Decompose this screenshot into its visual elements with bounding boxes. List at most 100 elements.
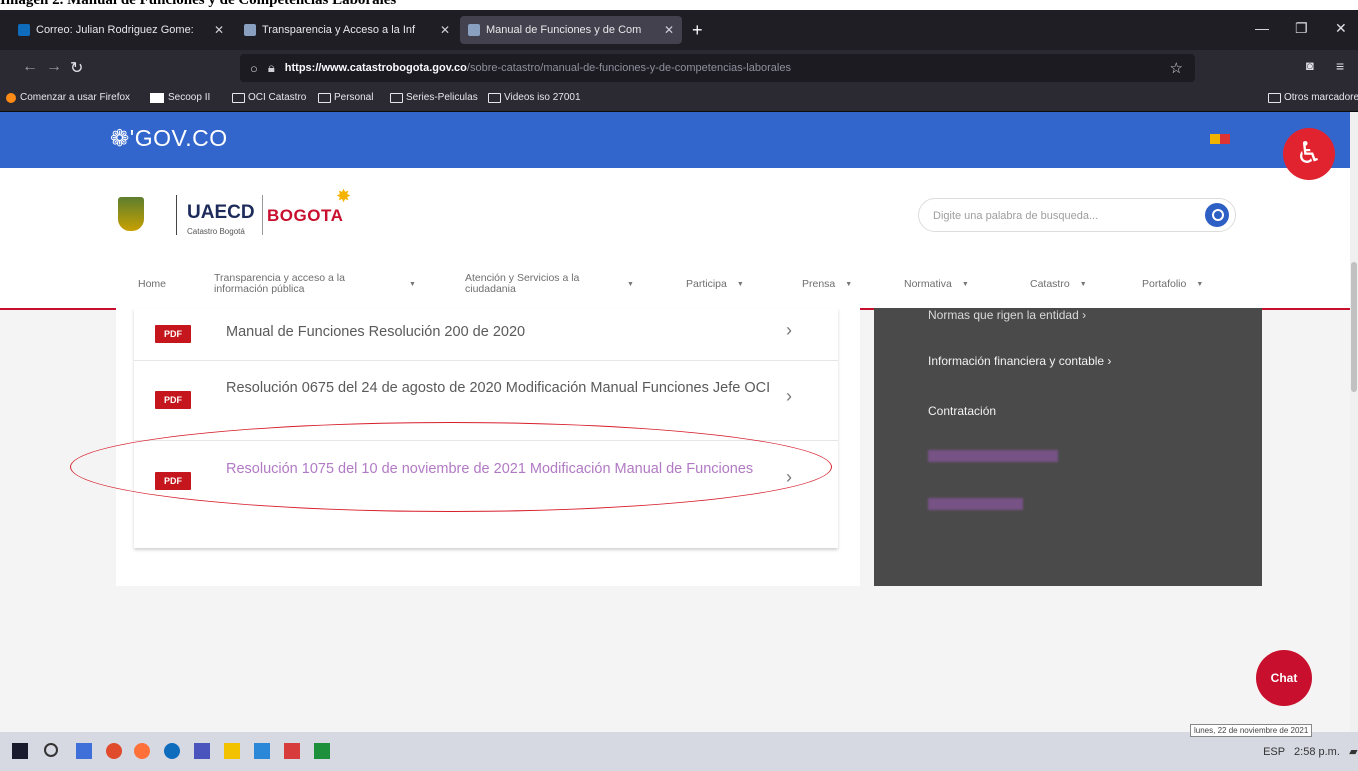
folder-icon [390,92,403,103]
task-view-icon[interactable] [76,743,92,759]
tab-transparencia[interactable]: Transparencia y Acceso a la Inf ✕ [236,16,458,44]
back-icon[interactable]: ← [22,58,38,76]
acrobat-icon[interactable] [284,743,300,759]
gov-seal-icon: ❁ [110,125,130,151]
menu-normativa[interactable]: Normativa ▼ [904,260,969,308]
main-menu: Home Transparencia y acceso a la informa… [0,260,1350,310]
star-icon: ✸ [336,186,352,206]
menu-atencion[interactable]: Atención y Servicios a la ciudadania ▼ [465,260,665,308]
shield-icon: ○ [250,60,258,76]
close-window-icon[interactable]: ✕ [1335,20,1347,37]
bogota-shield-icon [118,197,144,231]
screenshot: Correo: Julian Rodriguez Gome: ✕ Transpa… [0,10,1358,771]
windows-start-icon[interactable] [12,743,28,759]
brand-main[interactable]: UAECD [187,202,255,224]
explorer-icon[interactable] [224,743,240,759]
chevron-right-icon[interactable]: › [786,467,792,488]
document-title[interactable]: Manual de Funciones Resolución 200 de 20… [226,322,771,343]
folder-icon [1268,92,1281,103]
bookmark-personal[interactable]: Personal [318,92,373,103]
chevron-down-icon: ▼ [627,280,634,288]
brand-city[interactable]: BOGOTA [267,206,343,226]
bookmark-firefox[interactable]: Comenzar a usar Firefox [6,92,130,103]
chevron-right-icon[interactable]: › [786,386,792,407]
url-bar[interactable]: ○ 🔒︎ https://www.catastrobogota.gov.co/s… [240,54,1195,82]
gov-bar: ❁'GOV.CO [0,112,1350,168]
menu-participa[interactable]: Participa ▼ [686,260,744,308]
sidebar-menu: Normas que rigen la entidad › Informació… [874,308,1262,586]
bookmarks-bar: Comenzar a usar Firefox Secoop II OCI Ca… [0,87,1358,112]
menu-home[interactable]: Home [138,260,166,308]
folder-icon [488,92,501,103]
language-indicator[interactable]: ESP [1263,746,1285,758]
reload-icon[interactable]: ↻ [70,58,83,78]
menu-transparencia[interactable]: Transparencia y acceso a la información … [214,260,434,308]
sidebar-item-blurred[interactable] [928,450,1058,462]
bookmark-secoop[interactable]: Secoop II [150,92,210,103]
chat-button[interactable]: Chat [1256,650,1312,706]
pocket-icon[interactable]: ◙ [1306,58,1314,73]
minimize-icon[interactable]: — [1255,20,1269,36]
new-tab-button[interactable]: + [692,20,703,40]
sidebar-item-contratacion[interactable]: Contratación [928,404,996,418]
logo-divider [176,195,177,235]
chevron-right-icon[interactable]: › [786,320,792,341]
secoop-icon [150,92,164,103]
notification-icon[interactable]: ▰ [1349,746,1357,758]
hamburger-menu-icon[interactable]: ≡ [1336,58,1344,74]
close-icon[interactable]: ✕ [214,23,224,37]
search-input[interactable] [931,206,1185,226]
bookmark-star-icon[interactable]: ☆ [1170,59,1183,77]
close-icon[interactable]: ✕ [440,23,450,37]
menu-portafolio[interactable]: Portafolio ▼ [1142,260,1203,308]
gov-logo[interactable]: ❁'GOV.CO [110,125,228,152]
system-tray: ESP 2:58 p.m. ▰ [1100,745,1357,758]
document-row[interactable]: PDF Resolución 1075 del 10 de noviembre … [134,440,838,548]
document-title[interactable]: Resolución 1075 del 10 de noviembre de 2… [226,459,771,480]
firefox-icon[interactable] [134,743,150,759]
document-row[interactable]: PDF Manual de Funciones Resolución 200 d… [134,308,838,361]
pdf-badge: PDF [155,472,191,490]
site-header: UAECD Catastro Bogotá BOGOTA ✸ [0,168,1350,260]
search-icon[interactable] [44,743,58,757]
outlook-icon [18,24,30,36]
folder-icon [232,92,245,103]
document-row[interactable]: PDF Resolución 0675 del 24 de agosto de … [134,360,838,441]
chevron-down-icon: ▼ [961,280,969,288]
sidebar-item-blurred[interactable] [928,498,1023,510]
close-icon[interactable]: ✕ [664,23,674,37]
excel-icon[interactable] [314,743,330,759]
bookmark-otros[interactable]: Otros marcadores [1268,92,1358,103]
browser-tabbar: Correo: Julian Rodriguez Gome: ✕ Transpa… [0,10,1358,50]
search-icon[interactable] [1205,203,1229,227]
menu-catastro[interactable]: Catastro ▼ [1030,260,1087,308]
scrollbar-thumb[interactable] [1351,262,1357,392]
chrome-icon[interactable] [106,743,122,759]
bookmark-oci[interactable]: OCI Catastro [232,92,306,103]
restore-icon[interactable]: ❐ [1295,20,1308,37]
chevron-down-icon: ▼ [1196,280,1204,288]
language-flag-icon[interactable] [1210,134,1230,144]
date-tooltip: lunes, 22 de noviembre de 2021 [1190,724,1313,737]
tab-correo[interactable]: Correo: Julian Rodriguez Gome: ✕ [10,16,232,44]
documents-card: PDF Manual de Funciones Resolución 200 d… [116,308,860,586]
bookmark-videos[interactable]: Videos iso 27001 [488,92,581,103]
sidebar-item-financiera[interactable]: Información financiera y contable › [928,354,1111,368]
chevron-down-icon: ▼ [409,280,416,288]
accessibility-icon[interactable]: ♿︎ [1283,128,1335,180]
menu-prensa[interactable]: Prensa ▼ [802,260,852,308]
tab-manual-funciones[interactable]: Manual de Funciones y de Com ✕ [460,16,682,44]
pdf-badge: PDF [155,391,191,409]
document-title[interactable]: Resolución 0675 del 24 de agosto de 2020… [226,378,771,399]
firefox-icon [6,92,16,103]
mail-icon[interactable] [254,743,270,759]
bookmark-series[interactable]: Series-Peliculas [390,92,478,103]
edge-icon[interactable] [164,743,180,759]
logo-divider [262,195,263,235]
forward-icon[interactable]: → [46,58,62,76]
page-scrollbar[interactable] [1350,112,1358,732]
teams-icon[interactable] [194,743,210,759]
clock[interactable]: 2:58 p.m. [1294,746,1340,758]
sidebar-item-normas[interactable]: Normas que rigen la entidad › [928,308,1086,322]
windows-taskbar: ESP 2:58 p.m. ▰ [0,732,1358,771]
